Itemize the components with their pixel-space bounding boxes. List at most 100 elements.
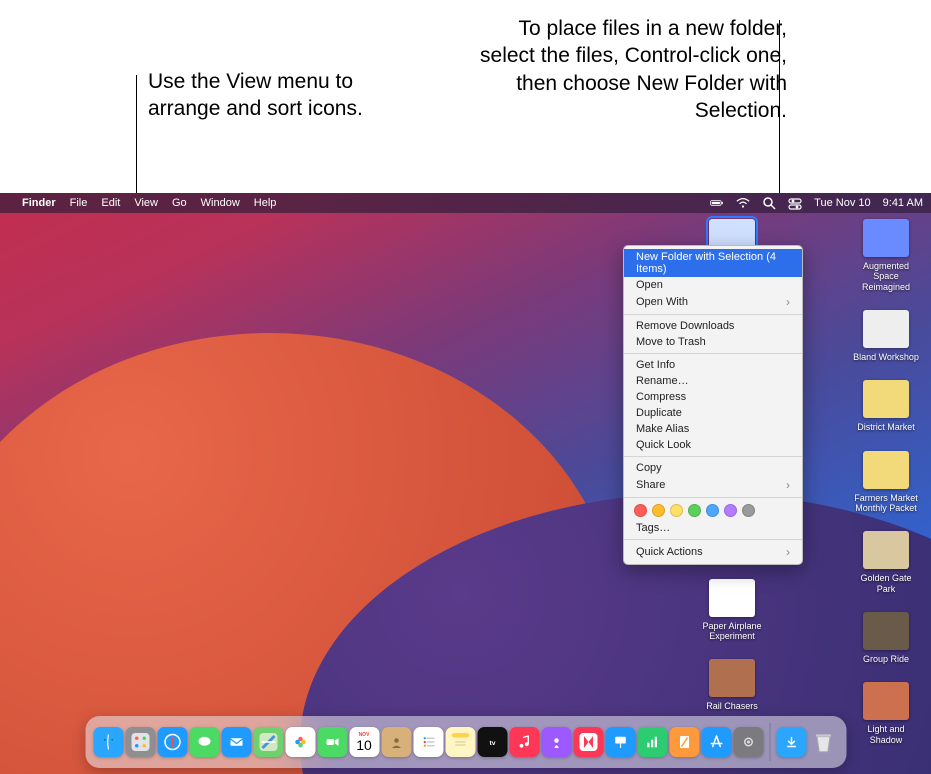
macos-desktop[interactable]: Finder File Edit View Go Window Help Tue…: [0, 193, 931, 774]
desktop-file[interactable]: Golden Gate Park: [851, 531, 921, 594]
desktop-file[interactable]: Rail Chasers: [697, 659, 767, 711]
dock-app-numbers[interactable]: [637, 727, 667, 757]
desktop-file[interactable]: Paper Airplane Experiment: [697, 579, 767, 642]
context-menu-item[interactable]: Share: [624, 476, 802, 494]
file-thumb: [863, 612, 909, 650]
file-thumb: [709, 579, 755, 617]
file-thumb: [863, 380, 909, 418]
dock-app-facetime[interactable]: [317, 727, 347, 757]
context-menu-item[interactable]: Remove Downloads: [624, 318, 802, 334]
dock-app-notes[interactable]: [445, 727, 475, 757]
dock-app-news[interactable]: [573, 727, 603, 757]
tag-color-dot[interactable]: [742, 504, 755, 517]
context-menu-item-label: Quick Actions: [636, 546, 703, 558]
spotlight-icon[interactable]: [762, 196, 776, 210]
context-menu-item[interactable]: Open With: [624, 293, 802, 311]
context-menu-separator: [624, 353, 802, 354]
file-label: Paper Airplane Experiment: [697, 621, 767, 642]
file-label: Farmers Market Monthly Packet: [851, 493, 921, 514]
dock-app-photos[interactable]: [285, 727, 315, 757]
dock-app-music[interactable]: [509, 727, 539, 757]
dock-app-maps[interactable]: [253, 727, 283, 757]
dock-app-downloads[interactable]: [776, 727, 806, 757]
file-thumb: [863, 531, 909, 569]
dock-app-safari[interactable]: [157, 727, 187, 757]
tag-color-dot[interactable]: [652, 504, 665, 517]
dock: NOV10 tv: [85, 716, 846, 768]
context-menu-item-label: Compress: [636, 391, 686, 403]
file-label: Golden Gate Park: [851, 573, 921, 594]
menu-window[interactable]: Window: [201, 197, 240, 209]
tag-color-dot[interactable]: [670, 504, 683, 517]
menubar-time[interactable]: 9:41 AM: [883, 197, 923, 209]
file-thumb: [709, 659, 755, 697]
context-menu-item[interactable]: Move to Trash: [624, 334, 802, 350]
file-label: Group Ride: [863, 654, 909, 664]
dock-trash-icon[interactable]: [808, 727, 838, 757]
dock-app-pages[interactable]: [669, 727, 699, 757]
dock-app-tv[interactable]: tv: [477, 727, 507, 757]
context-menu-item-label: Get Info: [636, 359, 675, 371]
context-menu-item[interactable]: Quick Look: [624, 437, 802, 453]
context-menu-separator: [624, 456, 802, 457]
file-thumb: [863, 219, 909, 257]
dock-app-appstore[interactable]: [701, 727, 731, 757]
context-menu-item-label: Copy: [636, 462, 662, 474]
context-menu-item[interactable]: Get Info: [624, 357, 802, 373]
tag-color-dot[interactable]: [688, 504, 701, 517]
dock-app-messages[interactable]: [189, 727, 219, 757]
context-menu-item-label: Share: [636, 479, 665, 491]
context-menu-item[interactable]: Copy: [624, 460, 802, 476]
desktop-file[interactable]: Group Ride: [851, 612, 921, 664]
context-menu-separator: [624, 539, 802, 540]
file-thumb: [863, 682, 909, 720]
context-menu-tag-colors: [624, 501, 802, 520]
tag-color-dot[interactable]: [706, 504, 719, 517]
menu-file[interactable]: File: [70, 197, 88, 209]
context-menu-item[interactable]: Open: [624, 277, 802, 293]
desktop-file[interactable]: Bland Workshop: [851, 310, 921, 362]
menu-edit[interactable]: Edit: [101, 197, 120, 209]
desktop-file[interactable]: Augmented Space Reimagined: [851, 219, 921, 292]
context-menu: New Folder with Selection (4 Items)OpenO…: [623, 245, 803, 565]
context-menu-item[interactable]: Compress: [624, 389, 802, 405]
dock-app-podcasts[interactable]: [541, 727, 571, 757]
file-thumb: [863, 451, 909, 489]
context-menu-item[interactable]: Duplicate: [624, 405, 802, 421]
menu-help[interactable]: Help: [254, 197, 277, 209]
context-menu-item[interactable]: Quick Actions: [624, 543, 802, 561]
tag-color-dot[interactable]: [724, 504, 737, 517]
file-label: Light and Shadow: [851, 724, 921, 745]
context-menu-item-label: Move to Trash: [636, 336, 706, 348]
dock-app-contacts[interactable]: [381, 727, 411, 757]
callout-leader-left: [136, 75, 137, 198]
context-menu-item-label: Tags…: [636, 522, 670, 534]
dock-app-keynote[interactable]: [605, 727, 635, 757]
context-menu-item[interactable]: Rename…: [624, 373, 802, 389]
app-menu-finder[interactable]: Finder: [22, 197, 56, 209]
desktop-file[interactable]: Farmers Market Monthly Packet: [851, 451, 921, 514]
menubar-date[interactable]: Tue Nov 10: [814, 197, 870, 209]
context-menu-item[interactable]: Tags…: [624, 520, 802, 536]
menu-go[interactable]: Go: [172, 197, 187, 209]
dock-app-reminders[interactable]: [413, 727, 443, 757]
dock-app-calendar[interactable]: NOV10: [349, 727, 379, 757]
tag-color-dot[interactable]: [634, 504, 647, 517]
file-label: Bland Workshop: [853, 352, 919, 362]
callouts-area: Use the View menu to arrange and sort ic…: [0, 0, 931, 193]
battery-icon[interactable]: [710, 196, 724, 210]
context-menu-item-label: Rename…: [636, 375, 689, 387]
desktop-file[interactable]: Light and Shadow: [851, 682, 921, 745]
wifi-icon[interactable]: [736, 196, 750, 210]
control-center-icon[interactable]: [788, 196, 802, 210]
dock-app-finder[interactable]: [93, 727, 123, 757]
dock-app-launchpad[interactable]: [125, 727, 155, 757]
dock-app-preferences[interactable]: [733, 727, 763, 757]
context-menu-item-label: Duplicate: [636, 407, 682, 419]
desktop-file[interactable]: District Market: [851, 380, 921, 432]
file-label: District Market: [857, 422, 915, 432]
menu-view[interactable]: View: [134, 197, 158, 209]
context-menu-item[interactable]: Make Alias: [624, 421, 802, 437]
dock-app-mail[interactable]: [221, 727, 251, 757]
context-menu-item[interactable]: New Folder with Selection (4 Items): [624, 249, 802, 277]
